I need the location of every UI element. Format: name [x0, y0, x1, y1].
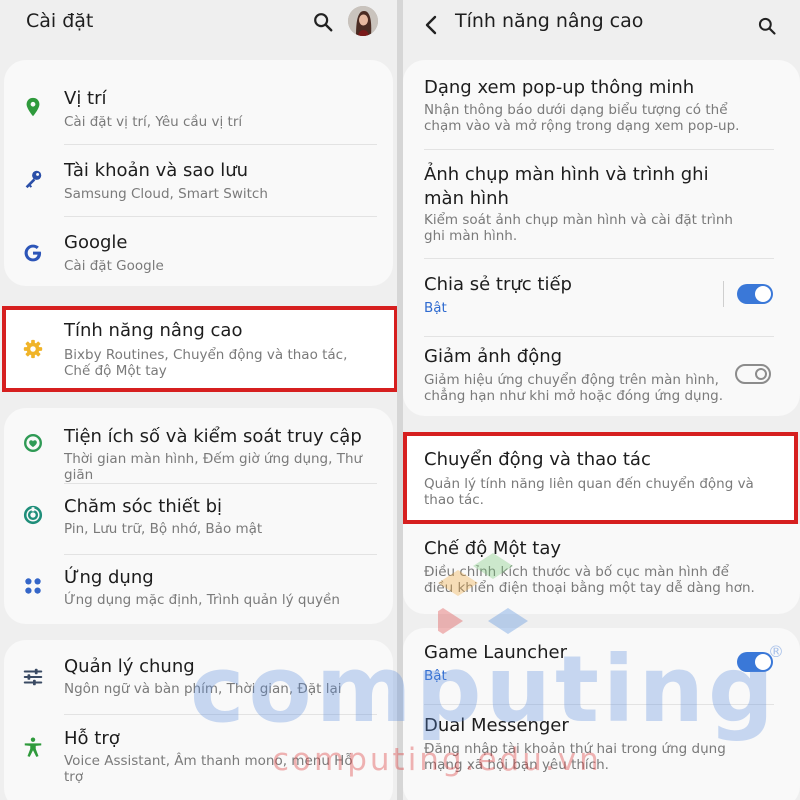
settings-item-accounts-backup[interactable]: Tài khoản và sao lưu Samsung Cloud, Smar… — [0, 146, 397, 214]
setting-screenshots-recorder[interactable]: Ảnh chụp màn hình và trình ghi màn hình … — [403, 154, 800, 250]
setting-subtitle: Điều chỉnh kích thước và bố cục màn hình… — [424, 564, 755, 596]
accessibility-icon — [22, 736, 44, 758]
settings-item-apps[interactable]: Ứng dụng Ứng dụng mặc định, Trình quản l… — [0, 557, 397, 623]
setting-title: Chia sẻ trực tiếp — [424, 274, 572, 295]
sliders-icon — [22, 666, 44, 688]
advanced-features-panel: Tính năng nâng cao Dạng xem pop-up thông… — [403, 0, 800, 800]
page-title: Tính năng nâng cao — [455, 10, 644, 32]
setting-status: Bật — [424, 300, 447, 316]
setting-subtitle: Nhận thông báo dưới dạng biểu tượng có t… — [424, 102, 740, 134]
setting-title: Dạng xem pop-up thông minh — [424, 77, 695, 98]
settings-item-subtitle: Cài đặt vị trí, Yêu cầu vị trí — [64, 114, 243, 130]
setting-motions-gestures[interactable]: Chuyển động và thao tác Quản lý tính năn… — [403, 436, 800, 520]
settings-item-title: Hỗ trợ — [64, 728, 120, 749]
settings-item-title: Quản lý chung — [64, 656, 195, 677]
google-g-icon — [22, 242, 44, 264]
game-launcher-toggle[interactable] — [737, 652, 773, 672]
avatar[interactable] — [348, 6, 378, 36]
divider — [424, 704, 774, 705]
settings-item-subtitle: Ngôn ngữ và bàn phím, Thời gian, Đặt lại — [64, 681, 342, 697]
setting-subtitle: Quản lý tính năng liên quan đến chuyển đ… — [424, 476, 754, 508]
back-arrow-icon[interactable] — [423, 15, 439, 35]
settings-panel: Cài đặt Vị trí Cài đặt vị trí, Yêu cầu v… — [0, 0, 397, 800]
divider — [424, 149, 774, 150]
settings-item-advanced-features[interactable]: Tính năng nâng cao Bixby Routines, Chuyể… — [0, 310, 397, 388]
settings-item-subtitle: Voice Assistant, Âm thanh mono, menu Hỗ … — [64, 753, 353, 785]
settings-item-subtitle: Thời gian màn hình, Đếm giờ ứng dụng, Th… — [64, 451, 363, 483]
divider — [64, 714, 377, 715]
setting-game-launcher[interactable]: Game Launcher Bật — [403, 634, 800, 700]
divider — [64, 144, 377, 145]
setting-subtitle: Đăng nhập tài khoản thứ hai trong ứng dụ… — [424, 741, 726, 773]
settings-item-subtitle: Pin, Lưu trữ, Bộ nhớ, Bảo mật — [64, 521, 263, 537]
settings-item-title: Vị trí — [64, 88, 107, 109]
settings-item-general-management[interactable]: Quản lý chung Ngôn ngữ và bàn phím, Thời… — [0, 646, 397, 712]
settings-item-subtitle: Samsung Cloud, Smart Switch — [64, 186, 268, 202]
setting-reduce-animations[interactable]: Giảm ảnh động Giảm hiệu ứng chuyển động … — [403, 340, 800, 414]
setting-status: Bật — [424, 668, 447, 684]
divider — [64, 483, 377, 484]
divider — [424, 336, 774, 337]
advanced-app-bar: Tính năng nâng cao — [403, 0, 800, 50]
page-title: Cài đặt — [26, 10, 94, 32]
settings-item-title: Tài khoản và sao lưu — [64, 160, 249, 181]
settings-item-google[interactable]: Google Cài đặt Google — [0, 218, 397, 284]
advanced-features-gear-icon — [22, 338, 44, 360]
apps-grid-icon — [22, 575, 44, 597]
settings-item-location[interactable]: Vị trí Cài đặt vị trí, Yêu cầu vị trí — [0, 74, 397, 140]
settings-item-subtitle: Ứng dụng mặc định, Trình quản lý quyền — [64, 592, 340, 608]
setting-subtitle: Kiểm soát ảnh chụp màn hình và cài đặt t… — [424, 212, 733, 244]
settings-item-subtitle: Cài đặt Google — [64, 258, 164, 274]
setting-dual-messenger[interactable]: Dual Messenger Đăng nhập tài khoản thứ h… — [403, 708, 800, 788]
settings-item-accessibility[interactable]: Hỗ trợ Voice Assistant, Âm thanh mono, m… — [0, 718, 397, 785]
settings-item-title: Google — [64, 232, 128, 253]
key-icon — [22, 168, 44, 190]
setting-title: Giảm ảnh động — [424, 346, 563, 367]
setting-title: Game Launcher — [424, 642, 567, 663]
setting-title: Ảnh chụp màn hình và trình ghi màn hình — [424, 164, 709, 209]
setting-one-handed-mode[interactable]: Chế độ Một tay Điều chỉnh kích thước và … — [403, 530, 800, 610]
setting-title: Chuyển động và thao tác — [424, 449, 651, 470]
search-icon[interactable] — [757, 16, 777, 36]
settings-item-digital-wellbeing[interactable]: Tiện ích số và kiểm soát truy cập Thời g… — [0, 416, 397, 483]
divider — [424, 258, 774, 259]
setting-title: Dual Messenger — [424, 715, 569, 736]
location-pin-icon — [22, 96, 44, 118]
reduce-animations-toggle[interactable] — [735, 364, 771, 384]
setting-direct-share[interactable]: Chia sẻ trực tiếp Bật — [403, 262, 800, 330]
toggle-separator — [723, 281, 724, 307]
settings-item-title: Tính năng nâng cao — [64, 320, 243, 341]
setting-title: Chế độ Một tay — [424, 538, 561, 559]
direct-share-toggle[interactable] — [737, 284, 773, 304]
settings-item-title: Chăm sóc thiết bị — [64, 496, 223, 517]
setting-subtitle: Giảm hiệu ứng chuyển động trên màn hình,… — [424, 372, 723, 404]
device-care-icon — [22, 504, 44, 526]
digital-wellbeing-icon — [22, 432, 44, 454]
setting-smart-popup-view[interactable]: Dạng xem pop-up thông minh Nhận thông bá… — [403, 68, 800, 140]
search-icon[interactable] — [312, 11, 334, 33]
settings-item-device-care[interactable]: Chăm sóc thiết bị Pin, Lưu trữ, Bộ nhớ, … — [0, 486, 397, 552]
divider — [64, 216, 377, 217]
settings-item-title: Tiện ích số và kiểm soát truy cập — [64, 426, 362, 447]
divider — [64, 554, 377, 555]
settings-item-title: Ứng dụng — [64, 567, 154, 588]
settings-app-bar: Cài đặt — [0, 0, 397, 50]
settings-item-subtitle: Bixby Routines, Chuyển động và thao tác,… — [64, 347, 348, 379]
